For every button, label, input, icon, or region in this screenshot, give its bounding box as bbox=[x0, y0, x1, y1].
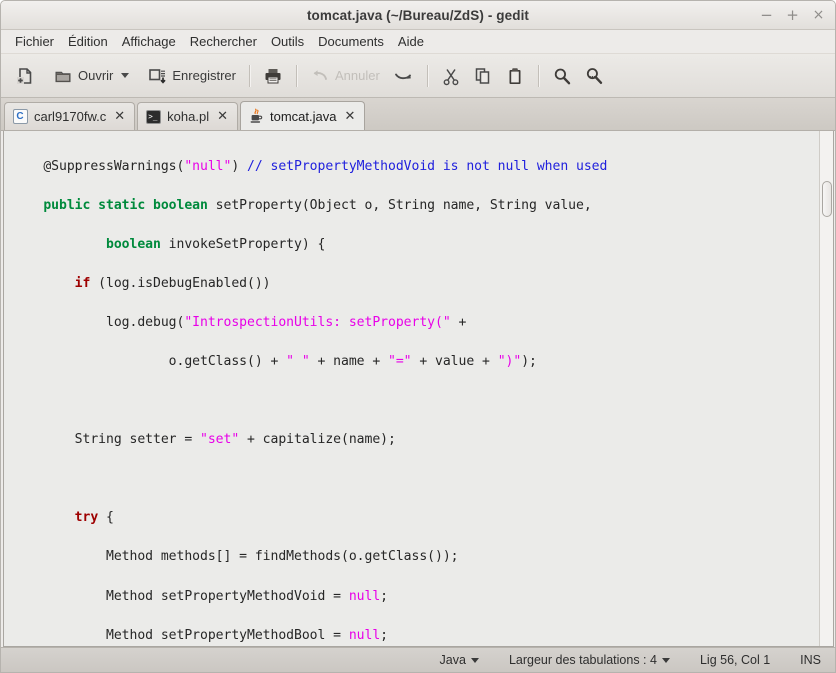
redo-arrow-icon bbox=[392, 67, 414, 85]
chevron-down-icon[interactable] bbox=[121, 73, 130, 78]
scissors-icon bbox=[441, 66, 461, 86]
chevron-down-icon bbox=[661, 657, 670, 663]
tab-close-icon[interactable]: ✕ bbox=[344, 110, 355, 123]
toolbar-separator-2 bbox=[295, 64, 297, 87]
tab-close-icon[interactable]: ✕ bbox=[217, 110, 228, 123]
gedit-window: tomcat.java (~/Bureau/ZdS) - gedit − + ×… bbox=[0, 0, 836, 673]
printer-icon bbox=[263, 66, 283, 86]
chevron-down-icon bbox=[470, 657, 479, 663]
menu-aide[interactable]: Aide bbox=[391, 32, 431, 51]
tab-koha-pl[interactable]: >_ koha.pl ✕ bbox=[137, 102, 238, 130]
search-replace-icon bbox=[584, 66, 604, 86]
menu-bar: Fichier Édition Affichage Rechercher Out… bbox=[1, 30, 835, 54]
code-line: log.debug("IntrospectionUtils: setProper… bbox=[12, 314, 467, 330]
cut-button[interactable] bbox=[435, 61, 467, 91]
code-line: Method methods[] = findMethods(o.getClas… bbox=[12, 549, 459, 565]
menu-documents[interactable]: Documents bbox=[311, 32, 391, 51]
redo-button[interactable] bbox=[386, 61, 420, 91]
new-document-icon bbox=[15, 66, 35, 86]
print-button[interactable] bbox=[257, 61, 289, 91]
window-controls: − + × bbox=[759, 7, 835, 23]
status-tab-width-label: Largeur des tabulations : 4 bbox=[508, 653, 657, 667]
status-language-selector[interactable]: Java bbox=[440, 653, 479, 667]
menu-rechercher[interactable]: Rechercher bbox=[183, 32, 264, 51]
menu-outils[interactable]: Outils bbox=[264, 32, 311, 51]
tab-tomcat-java[interactable]: tomcat.java ✕ bbox=[240, 101, 366, 130]
toolbar-separator-3 bbox=[426, 64, 428, 87]
vertical-scrollbar[interactable] bbox=[819, 131, 833, 646]
status-insert-mode: INS bbox=[800, 653, 821, 667]
code-line: @SuppressWarnings("null") // setProperty… bbox=[43, 158, 608, 174]
c-file-icon: C bbox=[12, 109, 28, 125]
clipboard-icon bbox=[505, 66, 525, 86]
code-line: Method setPropertyMethodBool = null; bbox=[12, 627, 389, 643]
code-line: boolean invokeSetProperty) { bbox=[106, 236, 326, 252]
maximize-button[interactable]: + bbox=[785, 7, 800, 23]
code-text-view[interactable]: @SuppressWarnings("null") // setProperty… bbox=[4, 131, 819, 646]
find-replace-button[interactable] bbox=[578, 61, 610, 91]
new-document-button[interactable] bbox=[9, 61, 41, 91]
copy-icon bbox=[473, 66, 493, 86]
save-disk-icon bbox=[147, 66, 167, 86]
menu-fichier[interactable]: Fichier bbox=[8, 32, 61, 51]
open-button-label: Ouvrir bbox=[78, 68, 114, 83]
undo-button-label: Annuler bbox=[334, 68, 380, 83]
tab-label: koha.pl bbox=[167, 109, 210, 124]
status-language-label: Java bbox=[439, 653, 466, 667]
copy-button[interactable] bbox=[467, 61, 499, 91]
status-cursor-position: Lig 56, Col 1 bbox=[699, 653, 771, 667]
tab-close-icon[interactable]: ✕ bbox=[114, 110, 125, 123]
undo-arrow-icon bbox=[310, 67, 330, 85]
code-line: if (log.isDebugEnabled()) bbox=[74, 275, 271, 291]
save-button[interactable]: Enregistrer bbox=[141, 61, 242, 91]
code-line: try { bbox=[74, 510, 114, 526]
undo-button[interactable]: Annuler bbox=[304, 61, 386, 91]
window-title: tomcat.java (~/Bureau/ZdS) - gedit bbox=[306, 7, 530, 23]
code-line: Method setPropertyMethodVoid = null; bbox=[12, 588, 389, 604]
close-button[interactable]: × bbox=[811, 8, 826, 23]
editor-area: @SuppressWarnings("null") // setProperty… bbox=[3, 131, 834, 647]
tab-bar: C carl9170fw.c ✕ >_ koha.pl ✕ tomcat.jav… bbox=[1, 98, 835, 131]
minimize-button[interactable]: − bbox=[759, 7, 774, 23]
find-button[interactable] bbox=[546, 61, 578, 91]
paste-button[interactable] bbox=[499, 61, 531, 91]
open-button[interactable]: Ouvrir bbox=[47, 61, 135, 91]
script-terminal-icon: >_ bbox=[145, 109, 161, 125]
vertical-scrollbar-thumb[interactable] bbox=[822, 181, 832, 217]
status-tab-width-selector[interactable]: Largeur des tabulations : 4 bbox=[509, 653, 670, 667]
save-button-label: Enregistrer bbox=[172, 68, 236, 83]
search-icon bbox=[552, 66, 572, 86]
toolbar-separator-1 bbox=[248, 64, 250, 87]
menu-affichage[interactable]: Affichage bbox=[115, 32, 183, 51]
toolbar-separator-4 bbox=[537, 64, 539, 87]
code-line: o.getClass() + " " + name + "=" + value … bbox=[12, 354, 537, 370]
code-line: public static boolean setProperty(Object… bbox=[43, 197, 592, 213]
tab-label: carl9170fw.c bbox=[34, 109, 107, 124]
toolbar: Ouvrir Enregistrer Annuler bbox=[1, 54, 835, 98]
folder-open-icon bbox=[53, 66, 73, 86]
tab-carl9170fw-c[interactable]: C carl9170fw.c ✕ bbox=[4, 102, 136, 130]
tab-label: tomcat.java bbox=[270, 108, 337, 124]
code-line: String setter = "set" + capitalize(name)… bbox=[12, 432, 396, 448]
java-file-icon bbox=[248, 108, 264, 124]
status-bar: Java Largeur des tabulations : 4 Lig 56,… bbox=[1, 647, 835, 672]
title-bar: tomcat.java (~/Bureau/ZdS) - gedit − + × bbox=[1, 1, 835, 30]
menu-edition[interactable]: Édition bbox=[61, 32, 115, 51]
